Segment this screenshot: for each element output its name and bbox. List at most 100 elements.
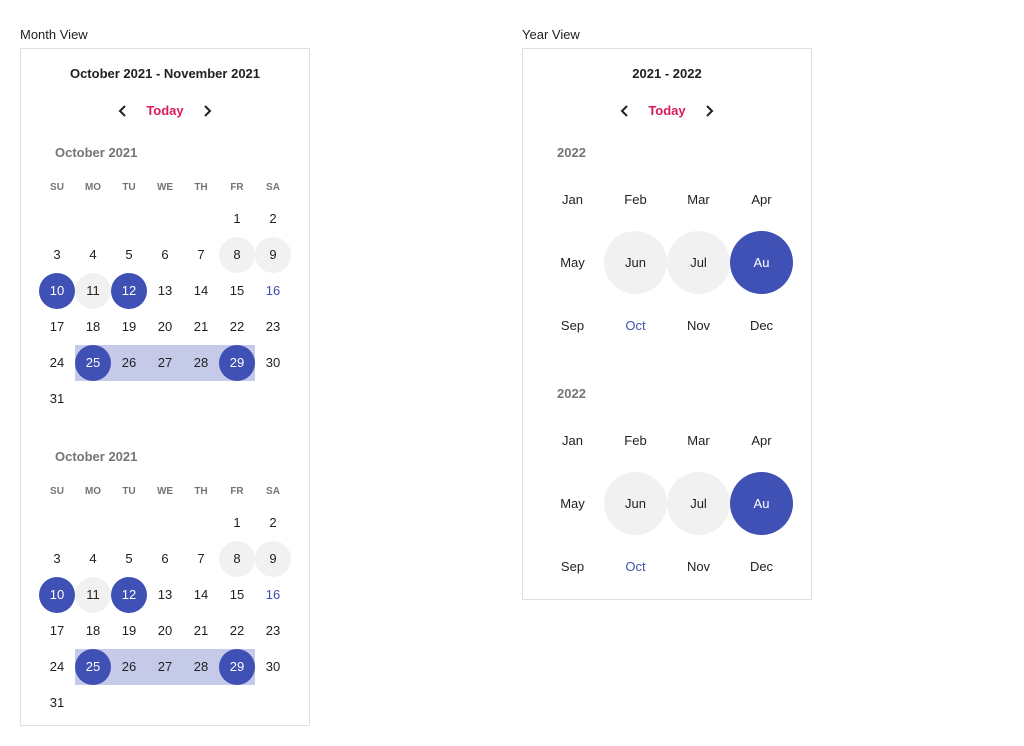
- day-number: 15: [229, 283, 245, 298]
- calendar-day[interactable]: 28: [183, 345, 219, 381]
- calendar-day[interactable]: 29: [219, 345, 255, 381]
- month-today-button[interactable]: Today: [135, 103, 195, 118]
- calendar-day[interactable]: 24: [39, 649, 75, 685]
- calendar-month[interactable]: Oct: [604, 294, 667, 357]
- calendar-month[interactable]: Au: [730, 231, 793, 294]
- calendar-day[interactable]: 16: [255, 273, 291, 309]
- calendar-day[interactable]: 20: [147, 613, 183, 649]
- calendar-day[interactable]: 16: [255, 577, 291, 613]
- day-number: 12: [121, 283, 137, 298]
- calendar-month[interactable]: Nov: [667, 535, 730, 598]
- calendar-day[interactable]: 10: [39, 273, 75, 309]
- calendar-day[interactable]: 11: [75, 273, 111, 309]
- calendar-day[interactable]: 30: [255, 649, 291, 685]
- calendar-month[interactable]: Dec: [730, 294, 793, 357]
- calendar-day[interactable]: 18: [75, 613, 111, 649]
- calendar-month[interactable]: Jun: [604, 472, 667, 535]
- calendar-month[interactable]: Sep: [541, 294, 604, 357]
- calendar-day[interactable]: 27: [147, 649, 183, 685]
- calendar-day[interactable]: 21: [183, 309, 219, 345]
- calendar-day[interactable]: 1: [219, 201, 255, 237]
- calendar-month[interactable]: Jan: [541, 168, 604, 231]
- calendar-day[interactable]: 2: [255, 201, 291, 237]
- calendar-day[interactable]: 8: [219, 541, 255, 577]
- calendar-day[interactable]: 31: [39, 685, 75, 721]
- calendar-day[interactable]: 22: [219, 613, 255, 649]
- calendar-day[interactable]: 3: [39, 541, 75, 577]
- calendar-month[interactable]: Oct: [604, 535, 667, 598]
- calendar-day[interactable]: 4: [75, 237, 111, 273]
- calendar-month[interactable]: Sep: [541, 535, 604, 598]
- calendar-day[interactable]: 6: [147, 541, 183, 577]
- year-today-button[interactable]: Today: [637, 103, 697, 118]
- chevron-right-icon[interactable]: [697, 99, 721, 123]
- calendar-day[interactable]: 22: [219, 309, 255, 345]
- calendar-day[interactable]: 20: [147, 309, 183, 345]
- calendar-day[interactable]: 1: [219, 505, 255, 541]
- calendar-day[interactable]: 8: [219, 237, 255, 273]
- calendar-day[interactable]: 12: [111, 273, 147, 309]
- calendar-day[interactable]: 11: [75, 577, 111, 613]
- calendar-day[interactable]: 9: [255, 237, 291, 273]
- calendar-day[interactable]: 27: [147, 345, 183, 381]
- calendar-day[interactable]: 28: [183, 649, 219, 685]
- calendar-day[interactable]: 5: [111, 237, 147, 273]
- month-name: Jan: [562, 192, 583, 207]
- calendar-day[interactable]: 7: [183, 541, 219, 577]
- calendar-month[interactable]: May: [541, 231, 604, 294]
- calendar-day[interactable]: 7: [183, 237, 219, 273]
- calendar-day[interactable]: 15: [219, 577, 255, 613]
- calendar-day[interactable]: 18: [75, 309, 111, 345]
- calendar-day[interactable]: 9: [255, 541, 291, 577]
- calendar-day[interactable]: 13: [147, 273, 183, 309]
- calendar-month[interactable]: Nov: [667, 294, 730, 357]
- calendar-day[interactable]: 24: [39, 345, 75, 381]
- weekday-label: FR: [230, 182, 244, 193]
- calendar-day[interactable]: 25: [75, 345, 111, 381]
- calendar-month[interactable]: Apr: [730, 168, 793, 231]
- chevron-right-icon[interactable]: [195, 99, 219, 123]
- calendar-day[interactable]: 23: [255, 309, 291, 345]
- calendar-month[interactable]: Dec: [730, 535, 793, 598]
- calendar-month[interactable]: Jan: [541, 409, 604, 472]
- calendar-day[interactable]: 17: [39, 613, 75, 649]
- calendar-day[interactable]: 26: [111, 345, 147, 381]
- calendar-day[interactable]: 2: [255, 505, 291, 541]
- chevron-left-icon[interactable]: [111, 99, 135, 123]
- calendar-month[interactable]: Jul: [667, 231, 730, 294]
- calendar-month[interactable]: Jun: [604, 231, 667, 294]
- calendar-day[interactable]: 12: [111, 577, 147, 613]
- calendar-day[interactable]: 23: [255, 613, 291, 649]
- calendar-day[interactable]: 6: [147, 237, 183, 273]
- calendar-month[interactable]: Mar: [667, 168, 730, 231]
- calendar-day[interactable]: 13: [147, 577, 183, 613]
- day-number: 21: [193, 319, 209, 334]
- calendar-day[interactable]: 14: [183, 577, 219, 613]
- calendar-month[interactable]: Apr: [730, 409, 793, 472]
- calendar-day[interactable]: 15: [219, 273, 255, 309]
- calendar-day[interactable]: 31: [39, 381, 75, 417]
- calendar-day[interactable]: 30: [255, 345, 291, 381]
- calendar-month[interactable]: Feb: [604, 168, 667, 231]
- calendar-month[interactable]: May: [541, 472, 604, 535]
- calendar-day[interactable]: 21: [183, 613, 219, 649]
- calendar-month[interactable]: Au: [730, 472, 793, 535]
- calendar-day[interactable]: 29: [219, 649, 255, 685]
- calendar-day[interactable]: 14: [183, 273, 219, 309]
- calendar-day[interactable]: 25: [75, 649, 111, 685]
- calendar-day[interactable]: 4: [75, 541, 111, 577]
- calendar-day[interactable]: 17: [39, 309, 75, 345]
- calendar-day[interactable]: 26: [111, 649, 147, 685]
- chevron-left-icon[interactable]: [613, 99, 637, 123]
- calendar-day[interactable]: 3: [39, 237, 75, 273]
- calendar-day[interactable]: 19: [111, 309, 147, 345]
- calendar-day[interactable]: 19: [111, 613, 147, 649]
- calendar-day[interactable]: 10: [39, 577, 75, 613]
- calendar-month[interactable]: Mar: [667, 409, 730, 472]
- calendar-day[interactable]: 5: [111, 541, 147, 577]
- month-name: Apr: [751, 192, 772, 207]
- calendar-month[interactable]: Feb: [604, 409, 667, 472]
- month-name: Sep: [560, 559, 585, 574]
- calendar-month[interactable]: Jul: [667, 472, 730, 535]
- day-number: 1: [233, 211, 241, 226]
